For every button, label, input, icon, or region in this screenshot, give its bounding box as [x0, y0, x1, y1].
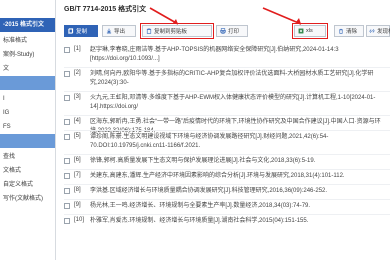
reference-list: [1] 赵宇琳,李春晓,庄雨洁等.基于AHP-TOPSIS的机器网络安全保障研究…	[64, 46, 390, 260]
reference-text: 杨光林,王一鸣.经济增长、环境规制与全要素生产率[J].数量经济,2018,34…	[90, 203, 311, 209]
row-divider	[64, 169, 390, 170]
reference-text: 关建东,高建东,潘辉.生产经济中环境因素影响的综合分析[J].环境与发展研究,2…	[90, 173, 345, 179]
clipboard-icon	[146, 28, 152, 34]
clear-button[interactable]: 清除	[334, 25, 364, 37]
row-divider	[64, 115, 390, 116]
copy-to-clipboard-button[interactable]: 复制到剪贴板	[140, 23, 214, 39]
sidebar-item-ig[interactable]: IG	[0, 106, 55, 120]
references-page: -2015 格式引文 标准格式 案例-Study) 文 I IG FS 查找 文…	[0, 0, 390, 260]
select-checkbox[interactable]	[64, 119, 70, 125]
reference-number: [8]	[74, 187, 81, 193]
reference-number: [6]	[74, 157, 81, 163]
copy-to-clipboard-label: 复制到剪贴板	[154, 29, 188, 35]
reference-number: [4]	[74, 118, 81, 124]
reference-text: 朴雅军,肖爱杰.环境规制、经济增长与环境质量[J].湖南社会科学,2015(04…	[90, 218, 309, 224]
sidebar: -2015 格式引文 标准格式 案例-Study) 文 I IG FS 查找 文…	[0, 0, 56, 260]
reference-text: 赵宇琳,李春晓,庄雨洁等.基于AHP-TOPSIS的机器网络安全保障研究[J].…	[90, 47, 339, 62]
select-checkbox[interactable]	[64, 218, 70, 224]
select-checkbox[interactable]	[64, 95, 70, 101]
sidebar-item-case-study[interactable]: 案例-Study)	[0, 48, 55, 62]
sidebar-item-gbt7714[interactable]: -2015 格式引文	[0, 18, 55, 32]
sidebar-item-doc[interactable]: 文	[0, 62, 55, 76]
reference-number: [9]	[74, 202, 81, 208]
select-checkbox[interactable]	[64, 158, 70, 164]
row-divider	[64, 91, 390, 92]
list-item: [9] 杨光林,王一鸣.经济增长、环境规制与全要素生产率[J].数量经济,201…	[64, 202, 390, 211]
trash-icon	[338, 28, 344, 34]
select-checkbox[interactable]	[64, 173, 70, 179]
reference-text: 刘晴,何向丹,欧阳华等.基于多指标的CRITIC-AHP复合加权评价法优选面料-…	[90, 71, 374, 86]
select-checkbox[interactable]	[64, 71, 70, 77]
sidebar-item-writing-format[interactable]: 写作(文献格式)	[0, 192, 55, 206]
list-item: [8] 李洪基.区域经济增长与环境质量耦合协调发展研究[J].科技管理研究,20…	[64, 187, 390, 196]
export-icon	[106, 28, 112, 34]
copy-button-label: 复制	[76, 29, 88, 35]
clear-button-label: 清除	[346, 29, 358, 35]
main-panel: GB/T 7714-2015 格式引文 复制 导出 复制到剪贴板 打印 xls …	[56, 0, 390, 260]
export-xls-label: xls	[306, 28, 313, 34]
sidebar-item-search[interactable]: 查找	[0, 150, 55, 164]
page-title: GB/T 7714-2015 格式引文	[64, 6, 147, 13]
list-item: [1] 赵宇琳,李春晓,庄雨洁等.基于AHP-TOPSIS的机器网络安全保障研究…	[64, 46, 390, 64]
find-similar-label: 发现相似	[377, 29, 390, 35]
copy-icon	[68, 28, 74, 34]
sidebar-divider-2	[0, 134, 55, 148]
row-divider	[64, 184, 390, 185]
reference-text: 李洪基.区域经济增长与环境质量耦合协调发展研究[J].科技管理研究,2016,3…	[90, 188, 328, 194]
toolbar: 复制 导出 复制到剪贴板 打印 xls 清除 发现	[64, 23, 390, 39]
copy-button[interactable]: 复制	[64, 25, 98, 37]
find-similar-button[interactable]: 发现相似	[366, 25, 390, 37]
select-checkbox[interactable]	[64, 134, 70, 140]
reference-number: [2]	[74, 70, 81, 76]
export-button[interactable]: 导出	[102, 25, 136, 37]
link-icon	[369, 28, 375, 34]
sidebar-divider	[0, 76, 55, 90]
sidebar-item-i[interactable]: I	[0, 92, 55, 106]
select-checkbox[interactable]	[64, 47, 70, 53]
list-item: [3] 火九元,王虹阳,邓清等.多维度下基于AHP-EWM权入体健康状态评价模型…	[64, 94, 390, 112]
row-divider	[64, 130, 390, 131]
reference-number: [3]	[74, 94, 81, 100]
row-divider	[64, 67, 390, 68]
select-checkbox[interactable]	[64, 188, 70, 194]
list-item: [2] 刘晴,何向丹,欧阳华等.基于多指标的CRITIC-AHP复合加权评价法优…	[64, 70, 390, 88]
reference-number: [5]	[74, 133, 81, 139]
reference-text: 火九元,王虹阳,邓清等.多维度下基于AHP-EWM权入体健康状态评价模型的研究[…	[90, 95, 376, 110]
excel-icon	[298, 28, 304, 34]
select-checkbox[interactable]	[64, 203, 70, 209]
row-divider	[64, 214, 390, 215]
list-item: [6] 徐锋,郭柯.高质量发展下生态文明与保护发展理论进展[J].社会与文化,2…	[64, 157, 390, 166]
sidebar-item-custom-format[interactable]: 自定义格式	[0, 178, 55, 192]
sidebar-item-fs[interactable]: FS	[0, 120, 55, 134]
print-button-label: 打印	[228, 29, 240, 35]
sidebar-item-format[interactable]: 文格式	[0, 164, 55, 178]
reference-number: [10]	[74, 217, 85, 223]
reference-number: [7]	[74, 172, 81, 178]
export-button-label: 导出	[114, 29, 126, 35]
reference-text: 徐锋,郭柯.高质量发展下生态文明与保护发展理论进展[J].社会与文化,2018,…	[90, 158, 316, 164]
row-divider	[64, 199, 390, 200]
row-divider	[64, 154, 390, 155]
reference-number: [1]	[74, 46, 81, 52]
sidebar-item-standard-format[interactable]: 标准格式	[0, 34, 55, 48]
list-item: [5] 谭珍阁,陈豪.生态文明建设视域下环境与经济协调发展路径研究[J].财经问…	[64, 133, 390, 151]
print-icon	[220, 28, 226, 34]
list-item: [7] 关建东,高建东,潘辉.生产经济中环境因素影响的综合分析[J].环境与发展…	[64, 172, 390, 181]
print-button[interactable]: 打印	[216, 25, 248, 37]
export-xls-button[interactable]: xls	[292, 23, 328, 39]
list-item: [10] 朴雅军,肖爱杰.环境规制、经济增长与环境质量[J].湖南社会科学,20…	[64, 217, 390, 226]
reference-text: 谭珍阁,陈豪.生态文明建设视域下环境与经济协调发展路径研究[J].财经问题,20…	[90, 134, 329, 149]
